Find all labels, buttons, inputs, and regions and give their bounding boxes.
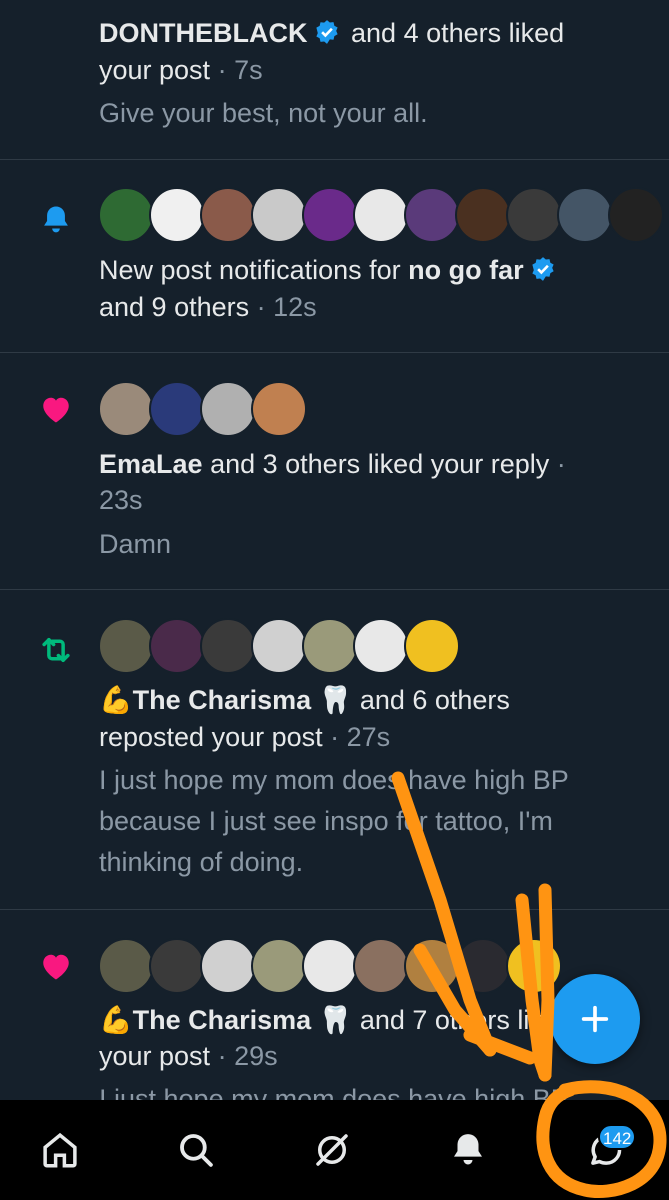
notification-item[interactable]: DONTHEBLACK and 4 others liked your post… bbox=[0, 0, 669, 160]
avatar[interactable] bbox=[251, 187, 307, 243]
notification-item[interactable]: New post notifications for no go far and… bbox=[0, 160, 669, 353]
avatar[interactable] bbox=[251, 618, 307, 674]
post-snippet: thinking of doing. bbox=[99, 847, 304, 877]
tooth-emoji-icon: 🦷 bbox=[311, 1005, 360, 1035]
avatar[interactable] bbox=[149, 381, 205, 437]
notifications-icon bbox=[454, 1134, 482, 1165]
avatar[interactable] bbox=[404, 618, 460, 674]
avatar[interactable] bbox=[353, 938, 409, 994]
bottom-nav bbox=[0, 1100, 669, 1200]
avatar[interactable] bbox=[200, 938, 256, 994]
avatar-stack bbox=[98, 618, 460, 674]
avatar[interactable] bbox=[200, 187, 256, 243]
avatar[interactable] bbox=[404, 938, 460, 994]
avatar[interactable] bbox=[98, 938, 154, 994]
avatar[interactable] bbox=[506, 187, 562, 243]
notification-item[interactable]: 💪The Charisma 🦷 and 6 others reposted yo… bbox=[0, 590, 669, 910]
avatar[interactable] bbox=[149, 618, 205, 674]
home-button[interactable] bbox=[34, 1124, 86, 1176]
avatar-stack bbox=[98, 381, 307, 437]
avatar[interactable] bbox=[98, 187, 154, 243]
post-snippet: Damn bbox=[99, 529, 172, 559]
avatar[interactable] bbox=[200, 618, 256, 674]
timestamp: · 29s bbox=[217, 1041, 278, 1071]
avatar[interactable] bbox=[302, 187, 358, 243]
avatar[interactable] bbox=[302, 618, 358, 674]
avatar[interactable] bbox=[455, 938, 511, 994]
flex-emoji-icon: 💪 bbox=[99, 1005, 133, 1035]
timestamp: · 12s bbox=[256, 292, 317, 322]
flex-emoji-icon: 💪 bbox=[99, 685, 133, 715]
search-button[interactable] bbox=[170, 1124, 222, 1176]
avatar[interactable] bbox=[404, 187, 460, 243]
avatar[interactable] bbox=[98, 381, 154, 437]
timestamp: · 27s bbox=[330, 722, 391, 752]
grok-icon bbox=[316, 1134, 348, 1166]
compose-button[interactable] bbox=[550, 974, 640, 1064]
home-icon bbox=[43, 1132, 77, 1168]
verified-badge-icon bbox=[314, 18, 340, 55]
avatar[interactable] bbox=[506, 938, 562, 994]
grok-button[interactable] bbox=[306, 1124, 358, 1176]
verified-badge-icon bbox=[530, 255, 556, 292]
actor-name[interactable]: The Charisma bbox=[133, 685, 312, 715]
timestamp: · 7s bbox=[217, 55, 263, 85]
post-snippet: Give your best, not your all. bbox=[99, 98, 428, 128]
avatar[interactable] bbox=[353, 618, 409, 674]
avatar[interactable] bbox=[149, 938, 205, 994]
avatar[interactable] bbox=[353, 187, 409, 243]
actor-name[interactable]: no go far bbox=[408, 255, 524, 285]
avatar-stack bbox=[98, 938, 562, 994]
heart-icon bbox=[36, 389, 76, 429]
plus-icon bbox=[581, 1005, 609, 1033]
avatar[interactable] bbox=[302, 938, 358, 994]
actor-name[interactable]: The Charisma bbox=[133, 1005, 312, 1035]
avatar[interactable] bbox=[98, 618, 154, 674]
notification-text: DONTHEBLACK and 4 others liked bbox=[99, 15, 564, 55]
avatar[interactable] bbox=[200, 381, 256, 437]
avatar[interactable] bbox=[608, 187, 664, 243]
avatar[interactable] bbox=[455, 187, 511, 243]
bell-icon bbox=[36, 200, 76, 240]
timestamp: 23s bbox=[99, 485, 143, 515]
avatar[interactable] bbox=[557, 187, 613, 243]
notifications-button[interactable] bbox=[442, 1124, 494, 1176]
heart-icon bbox=[36, 946, 76, 986]
tooth-emoji-icon: 🦷 bbox=[311, 685, 360, 715]
avatar[interactable] bbox=[251, 938, 307, 994]
repost-icon bbox=[36, 630, 76, 670]
actor-name[interactable]: EmaLae bbox=[99, 449, 203, 479]
search-icon bbox=[180, 1134, 213, 1167]
actor-name[interactable]: DONTHEBLACK bbox=[99, 18, 308, 48]
avatar[interactable] bbox=[149, 187, 205, 243]
post-snippet: because I just see inspo for tattoo, I'm bbox=[99, 806, 553, 836]
notification-item[interactable]: EmaLae and 3 others liked your reply · 2… bbox=[0, 353, 669, 590]
avatar[interactable] bbox=[251, 381, 307, 437]
messages-badge: 142 bbox=[598, 1124, 637, 1150]
post-snippet: I just hope my mom does have high BP bbox=[99, 765, 569, 795]
avatar-stack bbox=[98, 187, 664, 243]
